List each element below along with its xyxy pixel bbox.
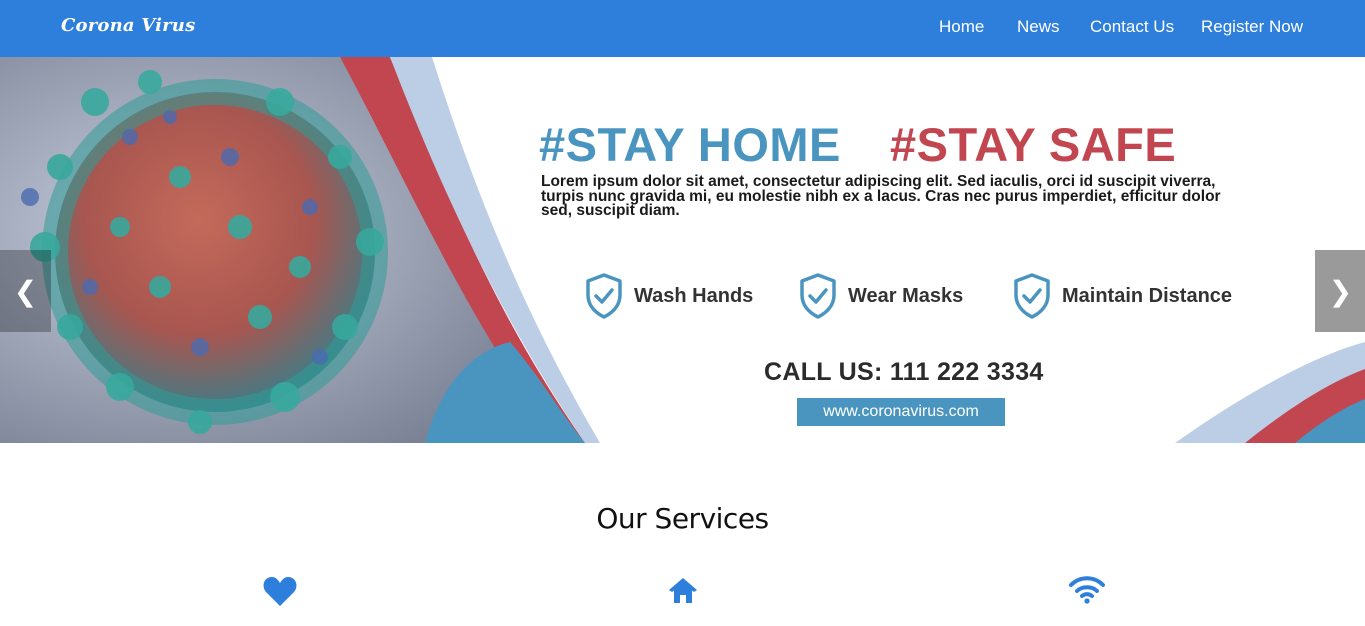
call-us-text: CALL US: 111 222 3334 <box>764 358 1044 386</box>
banner-background <box>0 57 1365 443</box>
home-icon <box>669 578 697 603</box>
chevron-right-icon: ❯ <box>1328 274 1353 308</box>
headline-stay-home: #STAY HOME <box>539 118 841 171</box>
tip-label: Wash Hands <box>634 284 754 307</box>
nav-link-contact-us[interactable]: Contact Us <box>1090 17 1174 37</box>
wifi-icon <box>1069 576 1105 604</box>
carousel-next-button[interactable]: ❯ <box>1315 250 1365 332</box>
banner-description: Lorem ipsum dolor sit amet, consectetur … <box>541 173 1221 219</box>
chevron-left-icon: ❮ <box>13 274 38 308</box>
tip-wear-masks: Wear Masks <box>799 273 963 319</box>
tip-label: Wear Masks <box>848 284 964 307</box>
shield-check-icon <box>1014 273 1050 319</box>
shield-check-icon <box>586 273 622 319</box>
shield-check-icon <box>800 273 836 319</box>
services-title: Our Services <box>596 502 769 535</box>
website-badge: www.coronavirus.com <box>797 398 1005 426</box>
tip-maintain-distance: Maintain Distance <box>1013 273 1232 319</box>
navbar: Corona Virus Home News Contact Us Regist… <box>0 0 1365 57</box>
tip-wash-hands: Wash Hands <box>585 273 753 319</box>
nav-link-register-now[interactable]: Register Now <box>1201 17 1303 37</box>
headline-stay-safe: #STAY SAFE <box>890 118 1177 171</box>
brand-logo[interactable]: Corona Virus <box>61 15 195 36</box>
tip-label: Maintain Distance <box>1062 284 1233 307</box>
nav-link-news[interactable]: News <box>1017 17 1060 37</box>
carousel-prev-button[interactable]: ❮ <box>0 250 51 332</box>
nav-link-home[interactable]: Home <box>939 17 984 37</box>
hero-carousel: #STAY HOME #STAY SAFE Lorem ipsum dolor … <box>0 57 1365 443</box>
heart-icon <box>263 577 297 606</box>
